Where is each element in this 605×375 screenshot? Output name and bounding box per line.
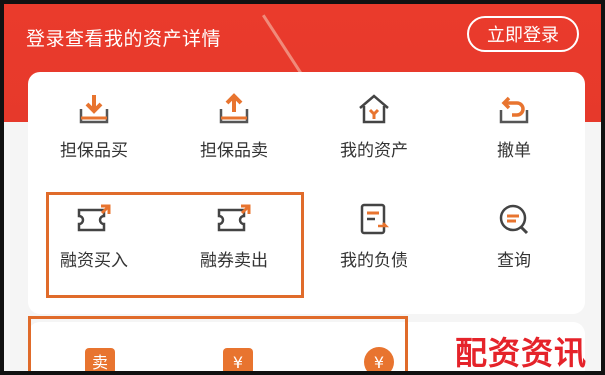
upload-tray-icon bbox=[219, 93, 249, 124]
collateral-buy-label: 担保品买 bbox=[60, 141, 128, 161]
sell-icon[interactable]: 卖 bbox=[82, 342, 120, 372]
collateral-sell-item[interactable]: 担保品卖 bbox=[174, 92, 294, 188]
yen-icon-glyph: ¥ bbox=[233, 353, 243, 372]
coin-icon-glyph: ¥ bbox=[374, 353, 384, 372]
sell-icon-glyph: 卖 bbox=[92, 353, 108, 372]
house-icon bbox=[359, 94, 389, 124]
collateral-sell-label: 担保品卖 bbox=[200, 141, 268, 161]
my-assets-label: 我的资产 bbox=[340, 141, 408, 161]
my-liabilities-label: 我的负债 bbox=[340, 251, 408, 271]
my-liabilities-item[interactable]: 我的负债 bbox=[314, 202, 434, 298]
watermark-text: 配资资讯 bbox=[454, 334, 587, 372]
undo-tray-icon bbox=[499, 96, 529, 124]
my-assets-item[interactable]: 我的资产 bbox=[314, 92, 434, 188]
download-tray-icon bbox=[79, 95, 109, 124]
document-icon bbox=[360, 203, 390, 235]
query-item[interactable]: 查询 bbox=[454, 202, 574, 298]
highlight-box bbox=[46, 192, 304, 298]
yen-icon[interactable]: ¥ bbox=[220, 342, 258, 372]
cancel-order-label: 撤单 bbox=[497, 141, 531, 161]
login-button[interactable]: 立即登录 bbox=[467, 16, 579, 52]
search-chat-icon bbox=[499, 204, 529, 235]
app-frame: 登录查看我的资产详情 立即登录 担保品买 担保品卖 我的资产 撤单 融资买入 融… bbox=[0, 0, 605, 375]
header-title: 登录查看我的资产详情 bbox=[26, 28, 222, 50]
coin-icon[interactable]: ¥ bbox=[360, 342, 398, 372]
collateral-buy-item[interactable]: 担保品买 bbox=[34, 92, 154, 188]
function-card: 担保品买 担保品卖 我的资产 撤单 融资买入 融券卖出 我的负债 查询 bbox=[28, 72, 585, 314]
cancel-order-item[interactable]: 撤单 bbox=[454, 92, 574, 188]
query-label: 查询 bbox=[497, 251, 531, 271]
